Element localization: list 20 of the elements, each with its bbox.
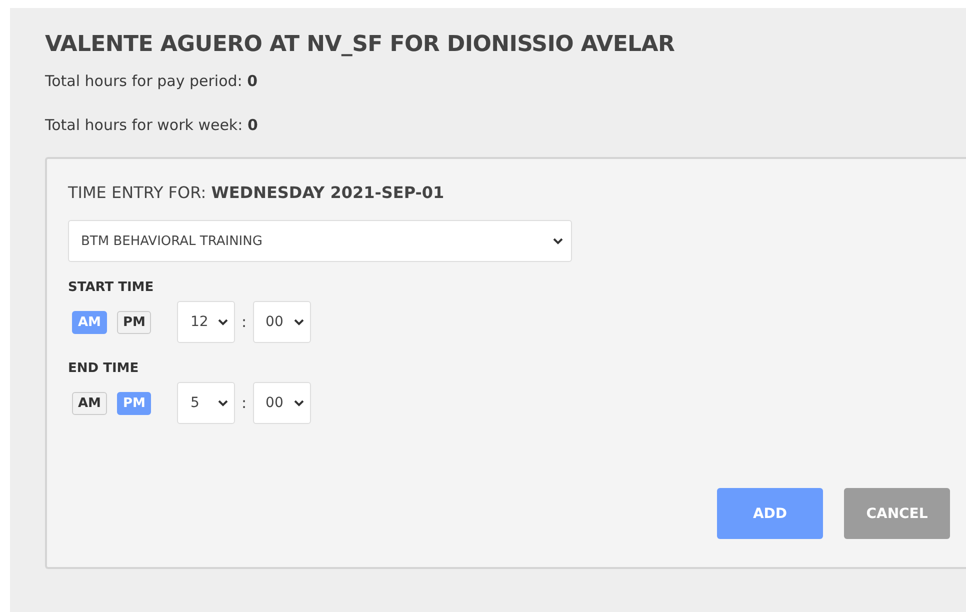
total-hours-text: Total hours for pay period: 0	[45, 71, 259, 91]
minute-select[interactable]: 00	[252, 382, 311, 424]
chevron-down-icon	[553, 238, 563, 244]
hour-select[interactable]: 12	[177, 301, 236, 343]
chevron-down-icon	[218, 318, 228, 326]
chevron-down-icon	[294, 400, 304, 406]
minute-select[interactable]: 00	[252, 301, 311, 343]
time-label: START TIME	[68, 280, 155, 295]
time-label: END TIME	[68, 361, 140, 376]
time-separator: :	[241, 394, 247, 412]
total-hours-text: Total hours for work week: 0	[45, 115, 259, 135]
activity-select[interactable]: BTM BEHAVIORAL TRAINING	[68, 220, 572, 262]
hour-select[interactable]: 5	[177, 382, 236, 424]
period-toggle[interactable]: AM	[72, 392, 107, 414]
page-title: VALENTE AGUERO AT NV_SF FOR DIONISSIO AVELAR	[45, 32, 676, 57]
chevron-down-icon	[294, 318, 304, 326]
period-toggle[interactable]: PM	[117, 310, 152, 334]
time-separator: :	[241, 313, 247, 331]
time-entry-heading: TIME ENTRY FOR: WEDNESDAY 2021-SEP-01	[68, 183, 446, 202]
chevron-down-icon	[218, 400, 228, 406]
